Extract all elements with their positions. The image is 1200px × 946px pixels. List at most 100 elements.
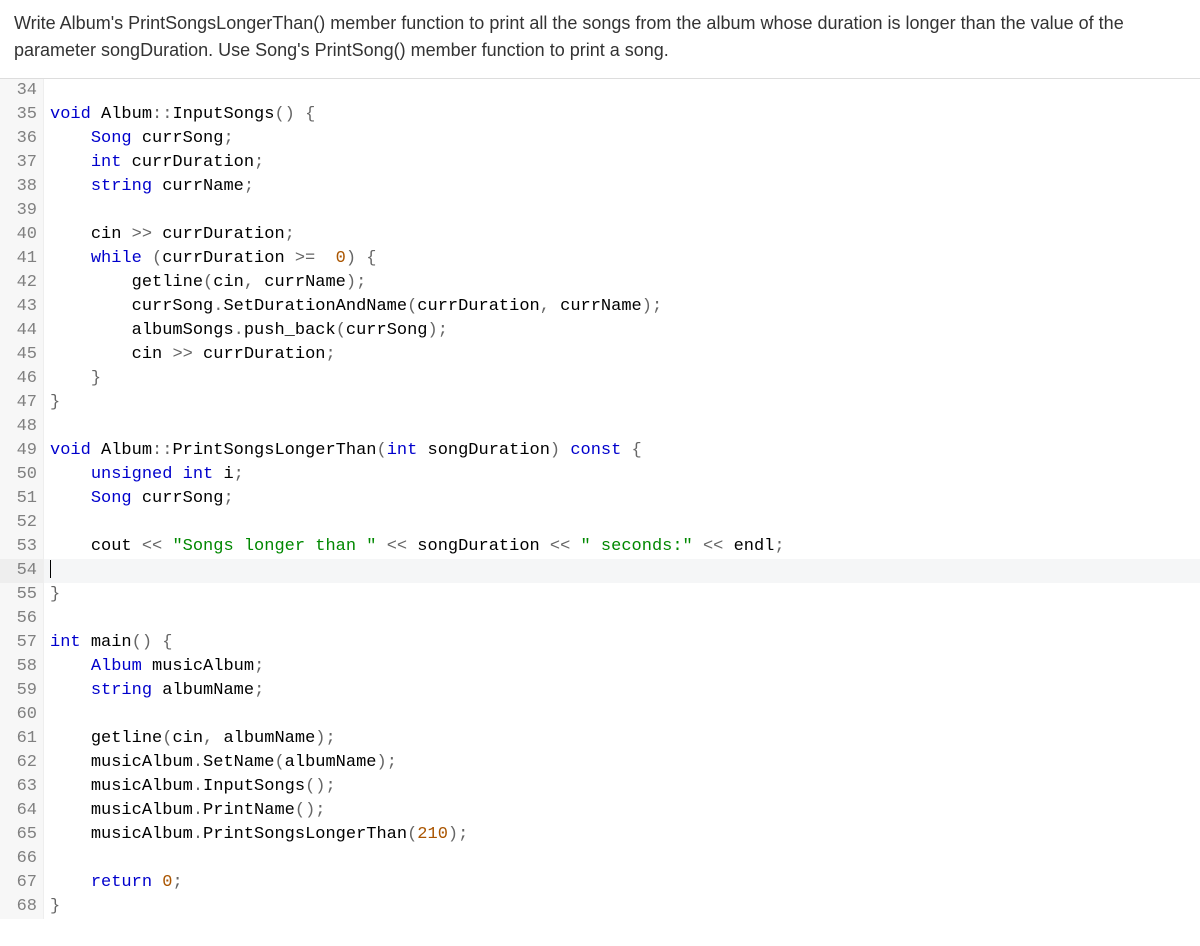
line-number: 35: [0, 103, 44, 127]
code-line[interactable]: 47}: [0, 391, 1200, 415]
line-number: 50: [0, 463, 44, 487]
code-source[interactable]: Song currSong;: [44, 487, 1200, 511]
code-source[interactable]: getline(cin, albumName);: [44, 727, 1200, 751]
code-source[interactable]: [44, 607, 1200, 631]
code-source[interactable]: }: [44, 367, 1200, 391]
code-line[interactable]: 64 musicAlbum.PrintName();: [0, 799, 1200, 823]
line-number: 60: [0, 703, 44, 727]
code-line[interactable]: 48: [0, 415, 1200, 439]
line-number: 64: [0, 799, 44, 823]
line-number: 34: [0, 79, 44, 103]
code-line[interactable]: 40 cin >> currDuration;: [0, 223, 1200, 247]
code-source[interactable]: [44, 703, 1200, 727]
code-source[interactable]: [44, 415, 1200, 439]
code-source[interactable]: unsigned int i;: [44, 463, 1200, 487]
code-line[interactable]: 38 string currName;: [0, 175, 1200, 199]
code-line[interactable]: 63 musicAlbum.InputSongs();: [0, 775, 1200, 799]
code-source[interactable]: cout << "Songs longer than " << songDura…: [44, 535, 1200, 559]
code-line[interactable]: 65 musicAlbum.PrintSongsLongerThan(210);: [0, 823, 1200, 847]
line-number: 42: [0, 271, 44, 295]
code-line[interactable]: 62 musicAlbum.SetName(albumName);: [0, 751, 1200, 775]
code-source[interactable]: return 0;: [44, 871, 1200, 895]
code-line[interactable]: 39: [0, 199, 1200, 223]
line-number: 55: [0, 583, 44, 607]
line-number: 47: [0, 391, 44, 415]
code-line[interactable]: 61 getline(cin, albumName);: [0, 727, 1200, 751]
line-number: 57: [0, 631, 44, 655]
code-source[interactable]: musicAlbum.SetName(albumName);: [44, 751, 1200, 775]
line-number: 39: [0, 199, 44, 223]
code-line[interactable]: 54: [0, 559, 1200, 583]
code-line[interactable]: 41 while (currDuration >= 0) {: [0, 247, 1200, 271]
code-source[interactable]: musicAlbum.InputSongs();: [44, 775, 1200, 799]
code-source[interactable]: [44, 199, 1200, 223]
code-source[interactable]: void Album::InputSongs() {: [44, 103, 1200, 127]
line-number: 44: [0, 319, 44, 343]
line-number: 63: [0, 775, 44, 799]
code-line[interactable]: 56: [0, 607, 1200, 631]
code-source[interactable]: [44, 559, 1200, 583]
code-line[interactable]: 34: [0, 79, 1200, 103]
code-source[interactable]: musicAlbum.PrintSongsLongerThan(210);: [44, 823, 1200, 847]
code-source[interactable]: [44, 511, 1200, 535]
code-line[interactable]: 42 getline(cin, currName);: [0, 271, 1200, 295]
code-line[interactable]: 50 unsigned int i;: [0, 463, 1200, 487]
line-number: 66: [0, 847, 44, 871]
problem-statement: Write Album's PrintSongsLongerThan() mem…: [0, 0, 1200, 78]
line-number: 58: [0, 655, 44, 679]
code-source[interactable]: }: [44, 895, 1200, 919]
line-number: 40: [0, 223, 44, 247]
code-source[interactable]: while (currDuration >= 0) {: [44, 247, 1200, 271]
code-line[interactable]: 53 cout << "Songs longer than " << songD…: [0, 535, 1200, 559]
code-source[interactable]: Song currSong;: [44, 127, 1200, 151]
code-source[interactable]: getline(cin, currName);: [44, 271, 1200, 295]
code-source[interactable]: currSong.SetDurationAndName(currDuration…: [44, 295, 1200, 319]
line-number: 52: [0, 511, 44, 535]
code-source[interactable]: Album musicAlbum;: [44, 655, 1200, 679]
code-editor[interactable]: 3435void Album::InputSongs() {36 Song cu…: [0, 78, 1200, 919]
line-number: 43: [0, 295, 44, 319]
line-number: 54: [0, 559, 44, 583]
line-number: 59: [0, 679, 44, 703]
code-line[interactable]: 57int main() {: [0, 631, 1200, 655]
code-line[interactable]: 37 int currDuration;: [0, 151, 1200, 175]
code-line[interactable]: 46 }: [0, 367, 1200, 391]
line-number: 67: [0, 871, 44, 895]
line-number: 62: [0, 751, 44, 775]
code-line[interactable]: 52: [0, 511, 1200, 535]
code-line[interactable]: 35void Album::InputSongs() {: [0, 103, 1200, 127]
code-line[interactable]: 51 Song currSong;: [0, 487, 1200, 511]
line-number: 37: [0, 151, 44, 175]
code-line[interactable]: 43 currSong.SetDurationAndName(currDurat…: [0, 295, 1200, 319]
code-line[interactable]: 36 Song currSong;: [0, 127, 1200, 151]
code-line[interactable]: 45 cin >> currDuration;: [0, 343, 1200, 367]
code-line[interactable]: 58 Album musicAlbum;: [0, 655, 1200, 679]
code-line[interactable]: 68}: [0, 895, 1200, 919]
code-source[interactable]: string albumName;: [44, 679, 1200, 703]
text-cursor: [50, 560, 51, 578]
code-source[interactable]: }: [44, 583, 1200, 607]
code-line[interactable]: 59 string albumName;: [0, 679, 1200, 703]
code-line[interactable]: 44 albumSongs.push_back(currSong);: [0, 319, 1200, 343]
code-source[interactable]: }: [44, 391, 1200, 415]
code-line[interactable]: 66: [0, 847, 1200, 871]
line-number: 51: [0, 487, 44, 511]
line-number: 53: [0, 535, 44, 559]
line-number: 68: [0, 895, 44, 919]
code-source[interactable]: albumSongs.push_back(currSong);: [44, 319, 1200, 343]
code-source[interactable]: string currName;: [44, 175, 1200, 199]
code-line[interactable]: 55}: [0, 583, 1200, 607]
code-source[interactable]: [44, 79, 1200, 103]
line-number: 38: [0, 175, 44, 199]
code-source[interactable]: int main() {: [44, 631, 1200, 655]
code-source[interactable]: musicAlbum.PrintName();: [44, 799, 1200, 823]
code-source[interactable]: [44, 847, 1200, 871]
code-source[interactable]: cin >> currDuration;: [44, 223, 1200, 247]
code-line[interactable]: 60: [0, 703, 1200, 727]
code-source[interactable]: cin >> currDuration;: [44, 343, 1200, 367]
code-line[interactable]: 67 return 0;: [0, 871, 1200, 895]
code-source[interactable]: void Album::PrintSongsLongerThan(int son…: [44, 439, 1200, 463]
code-line[interactable]: 49void Album::PrintSongsLongerThan(int s…: [0, 439, 1200, 463]
line-number: 45: [0, 343, 44, 367]
code-source[interactable]: int currDuration;: [44, 151, 1200, 175]
